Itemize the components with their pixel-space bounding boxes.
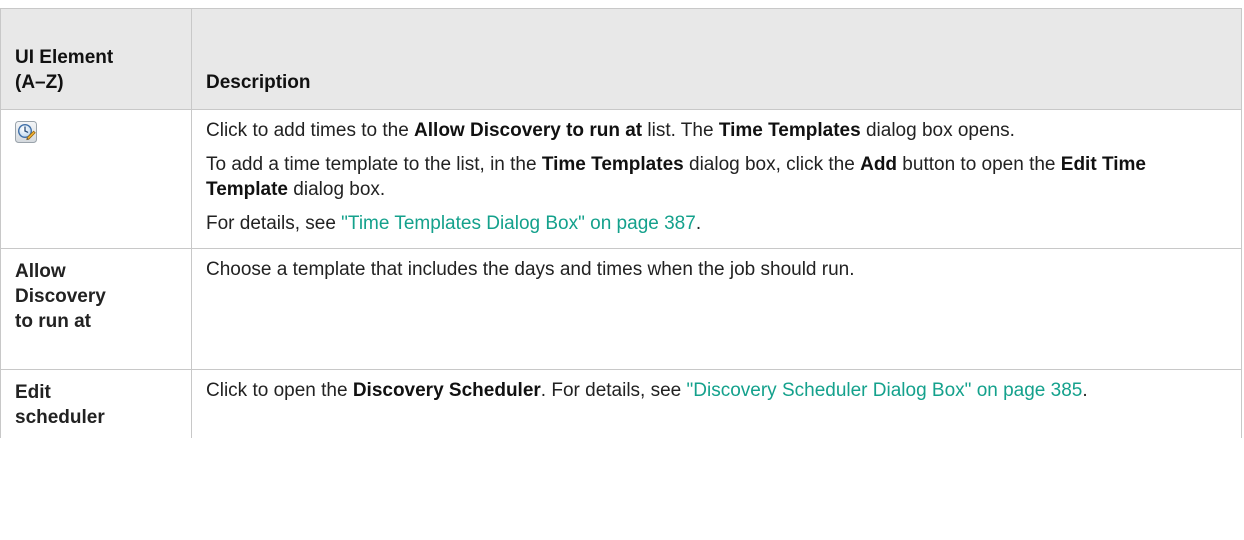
header-description: Description [191,8,1242,110]
description-cell: Choose a template that includes the days… [191,248,1242,370]
element-label-line: to run at [15,311,91,332]
description-paragraph: Choose a template that includes the days… [206,259,855,280]
table-header-row: UI Element (A–Z) Description [0,8,1242,110]
clock-add-icon [15,121,37,143]
element-label-line: Edit [15,382,51,403]
cross-reference-link[interactable]: "Discovery Scheduler Dialog Box" on page… [687,380,1083,401]
bold-term: Add [860,154,898,175]
element-cell [0,109,192,249]
description-cell: Click to add times to the Allow Discover… [191,109,1242,249]
ui-element-table: UI Element (A–Z) Description Click to ad… [0,8,1242,438]
cross-reference-link[interactable]: "Time Templates Dialog Box" on page 387 [341,213,696,234]
table-row: Edit scheduler Click to open the Discove… [0,369,1242,438]
bold-term: Allow Discovery to run at [414,120,643,141]
element-label-line: Allow [15,261,66,282]
bold-term: Discovery Scheduler [352,380,541,401]
header-ui-element-line: UI Element [15,47,114,68]
element-cell: Edit scheduler [0,369,192,438]
bold-term: Time Templates [718,120,861,141]
element-label-line: scheduler [15,407,105,428]
description-cell: Click to open the Discovery Scheduler. F… [191,369,1242,438]
bold-term: Time Templates [541,154,684,175]
element-label-line: Discovery [15,286,106,307]
description-paragraph: Click to add times to the Allow Discover… [206,120,1015,141]
element-cell: Allow Discovery to run at [0,248,192,370]
table-row: Click to add times to the Allow Discover… [0,109,1242,249]
description-paragraph: To add a time template to the list, in t… [206,154,1146,200]
header-ui-element-line: (A–Z) [15,72,64,93]
table-row: Allow Discovery to run at Choose a templ… [0,248,1242,370]
header-ui-element: UI Element (A–Z) [0,8,192,110]
description-paragraph: For details, see "Time Templates Dialog … [206,213,702,234]
description-paragraph: Click to open the Discovery Scheduler. F… [206,380,1088,401]
